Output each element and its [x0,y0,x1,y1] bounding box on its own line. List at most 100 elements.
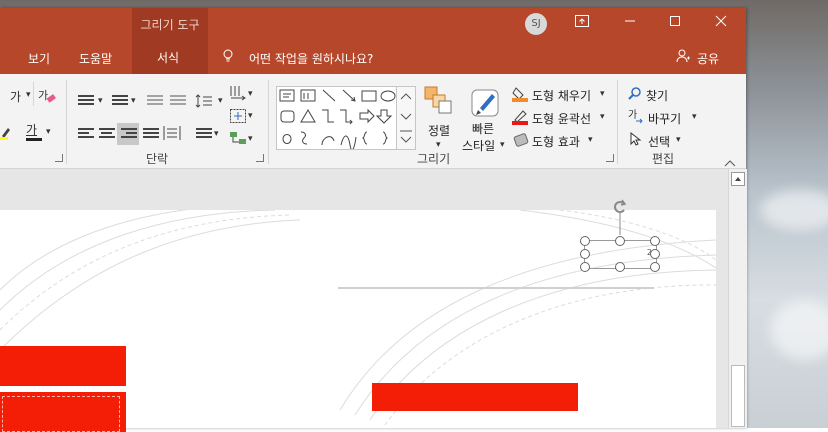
shapes-gallery-icons [279,89,396,151]
title-bar: 그리기 도구 SJ 보기 도움말 서식 어떤 작업을 원하시나요? 공유 [0,8,746,74]
arrange-icon[interactable] [424,86,452,117]
ribbon-display-options-icon[interactable] [559,8,605,38]
shape-effects-icon[interactable] [512,132,530,151]
search-icon[interactable] [628,87,642,104]
dropdown-arrow-icon: ▾ [500,140,505,150]
separator [66,80,67,164]
align-center-icon[interactable] [99,128,115,140]
red-shape[interactable] [372,383,578,411]
select-button[interactable]: 선택 [648,133,670,150]
shapes-gallery-scroll[interactable] [396,86,416,150]
share-button[interactable]: 공유 [697,50,719,67]
dropdown-arrow-icon: ▾ [692,112,697,122]
svg-text:가: 가 [38,89,48,102]
convert-to-smartart-icon[interactable] [229,130,247,149]
collapse-ribbon-icon[interactable] [724,156,736,170]
rotation-handle-icon[interactable] [610,196,630,236]
context-group-label: 그리기 도구 [140,18,200,32]
tab-format[interactable]: 서식 [143,46,194,74]
align-left-icon[interactable] [78,128,94,140]
font-size-ga[interactable]: 가 [10,90,21,104]
tell-me-search[interactable]: 어떤 작업을 원하시나요? [249,50,373,67]
highlight-color-icon[interactable] [0,124,12,143]
dropdown-arrow-icon: ▾ [218,96,223,106]
clear-formatting-icon[interactable]: 가 [38,88,56,107]
align-text-icon[interactable] [229,108,247,127]
increase-indent-icon[interactable] [170,95,186,107]
dropdown-arrow-icon: ▾ [600,112,605,122]
maximize-button[interactable] [652,8,698,38]
dropdown-arrow-icon: ▾ [588,135,593,145]
svg-text:가: 가 [628,109,637,121]
ribbon: 가 ▾ 가 가 ▾ ▾ ▾ ▾ ▾ ▾ ▾ ▾ 단락 정렬 ▾ 빠른 스타일 ▾… [0,74,746,169]
dropdown-arrow-icon: ▾ [676,135,681,145]
shape-outline-icon[interactable] [512,109,530,128]
dropdown-arrow-icon: ▾ [26,90,31,100]
font-color-swatch [26,138,42,141]
dropdown-arrow-icon: ▾ [214,129,219,139]
separator [268,80,269,164]
separator [617,80,618,164]
quick-styles-icon[interactable] [470,86,502,121]
shape-fill-icon[interactable] [512,86,530,105]
resize-handle-bottom-right[interactable] [650,262,660,272]
drawing-dialog-launcher[interactable] [606,154,614,162]
shapes-gallery[interactable] [276,86,398,151]
font-dialog-launcher[interactable] [55,154,63,162]
bullets-icon[interactable] [78,95,94,107]
resize-handle-bottom-left[interactable] [580,262,590,272]
scroll-thumb[interactable] [731,365,745,427]
resize-handle-bottom[interactable] [615,262,625,272]
select-cursor-icon[interactable] [630,131,642,149]
quick-styles-label-1[interactable]: 빠른 [472,120,494,137]
lightbulb-icon [222,49,234,66]
tab-view[interactable]: 보기 [28,50,50,67]
replace-button[interactable]: 바꾸기 [648,110,681,127]
decrease-indent-icon[interactable] [147,95,163,107]
font-color-ga: 가 [26,123,38,137]
shape-effects-label[interactable]: 도형 효과 [532,133,580,150]
person-icon [676,49,690,66]
resize-handle-right[interactable] [650,249,660,259]
text-placeholder-border [2,396,120,432]
dropdown-arrow-icon: ▾ [600,89,605,99]
quick-styles-label-2[interactable]: 스타일 [462,137,495,154]
dropdown-arrow-icon: ▾ [248,134,253,144]
resize-handle-top-right[interactable] [650,236,660,246]
resize-handle-top[interactable] [615,236,625,246]
align-right-icon[interactable] [121,128,137,140]
resize-handle-top-left[interactable] [580,236,590,246]
justify-icon[interactable] [143,128,159,140]
cloud [760,190,828,230]
drawing-group-label: 그리기 [417,152,451,166]
resize-handle-left[interactable] [580,249,590,259]
red-shape[interactable] [0,392,126,432]
close-button[interactable] [698,8,744,38]
font-color-icon[interactable]: 가 [26,123,37,137]
arrange-label[interactable]: 정렬 [428,122,450,139]
user-avatar[interactable]: SJ [525,13,547,35]
dropdown-arrow-icon: ▾ [248,89,253,99]
shape-outline-label[interactable]: 도형 윤곽선 [532,110,591,127]
red-shape[interactable] [0,346,126,386]
editing-group-label: 편집 [652,152,675,166]
shape-fill-label[interactable]: 도형 채우기 [532,87,591,104]
dropdown-arrow-icon: ▾ [131,96,136,106]
paragraph-dialog-launcher[interactable] [256,154,264,162]
vertical-scrollbar[interactable] [728,169,747,428]
find-button[interactable]: 찾기 [646,87,668,104]
line-spacing-icon[interactable] [195,94,217,111]
text-direction-icon[interactable] [229,85,247,104]
minimize-button[interactable] [607,8,653,38]
replace-icon[interactable]: 가 [628,108,644,127]
columns-icon[interactable] [196,128,212,140]
cloud [770,300,828,360]
paragraph-group-label: 단락 [146,152,169,166]
tab-help[interactable]: 도움말 [79,50,112,67]
distributed-icon[interactable] [163,125,181,144]
numbering-icon[interactable] [112,95,128,107]
dropdown-arrow-icon: ▾ [46,127,51,137]
dropdown-arrow-icon: ▾ [248,111,253,121]
scroll-up-button[interactable] [731,172,745,186]
dropdown-arrow-icon: ▾ [98,96,103,106]
